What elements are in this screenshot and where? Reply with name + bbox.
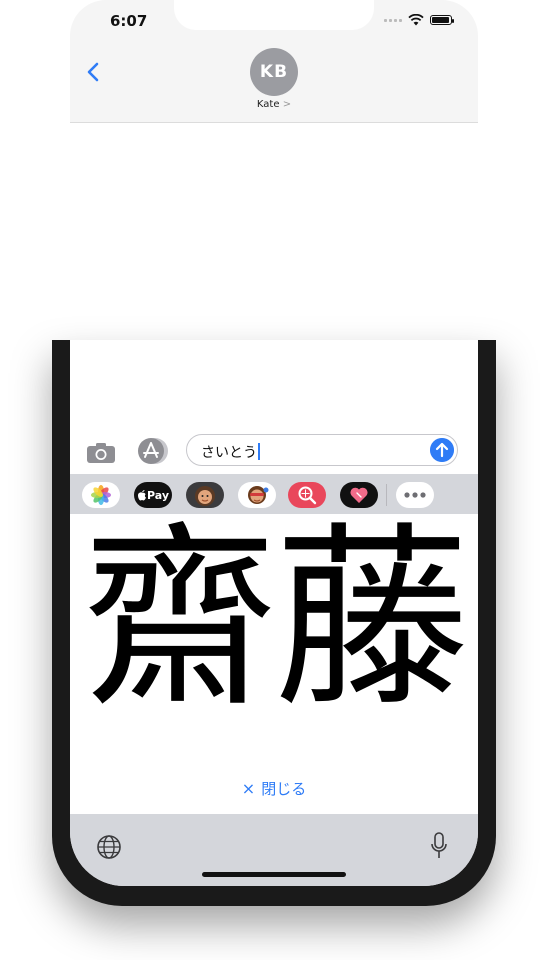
contact-name: Kate: [256, 99, 280, 110]
back-chevron-icon[interactable]: [82, 60, 106, 84]
phone-frame: さいとう Pay 齋藤 × 閉じる: [52, 340, 496, 906]
app-store-icon[interactable]: [136, 436, 170, 466]
wifi-icon: [408, 14, 424, 26]
signal-icon: [384, 18, 402, 22]
notch: [174, 0, 374, 30]
keyboard-bottom-bar: [70, 814, 478, 886]
photos-app-icon[interactable]: [82, 482, 120, 508]
status-time: 6:07: [110, 12, 148, 30]
memoji-stickers-app-icon[interactable]: [238, 482, 276, 508]
close-icon: ×: [241, 779, 256, 798]
contact-chevron-icon: >: [282, 99, 292, 110]
globe-icon[interactable]: [96, 834, 122, 860]
apple-pay-label: Pay: [146, 488, 170, 502]
messages-screen-bottom: さいとう Pay 齋藤 × 閉じる: [70, 340, 478, 886]
compose-bar: さいとう: [70, 428, 478, 474]
apple-logo-icon: [137, 490, 146, 501]
contact-name-button[interactable]: Kate >: [70, 99, 478, 110]
status-icons: [384, 14, 454, 26]
home-indicator[interactable]: [202, 872, 346, 877]
messages-screen-top: 6:07 KB Kate >: [70, 0, 478, 340]
conversation-header: 6:07 KB Kate >: [70, 0, 478, 123]
kanji-candidate[interactable]: 齋藤: [70, 520, 478, 720]
camera-icon[interactable]: [86, 442, 116, 464]
text-caret: [258, 443, 260, 460]
digital-touch-app-icon[interactable]: [340, 482, 378, 508]
message-input[interactable]: さいとう: [186, 434, 458, 466]
close-button[interactable]: × 閉じる: [70, 778, 478, 799]
message-text: さいとう: [201, 442, 260, 462]
more-apps-icon[interactable]: [396, 482, 434, 508]
apple-pay-app-button[interactable]: Pay: [134, 482, 172, 508]
contact-avatar[interactable]: KB: [250, 48, 298, 96]
app-drawer-divider: [386, 484, 387, 506]
microphone-icon[interactable]: [430, 832, 448, 860]
handwriting-candidate-panel: 齋藤 × 閉じる: [70, 514, 478, 814]
memoji-app-icon[interactable]: [186, 482, 224, 508]
close-label: 閉じる: [261, 780, 307, 798]
image-search-app-icon[interactable]: [288, 482, 326, 508]
battery-icon: [430, 15, 454, 25]
send-arrow-icon[interactable]: [430, 438, 454, 462]
